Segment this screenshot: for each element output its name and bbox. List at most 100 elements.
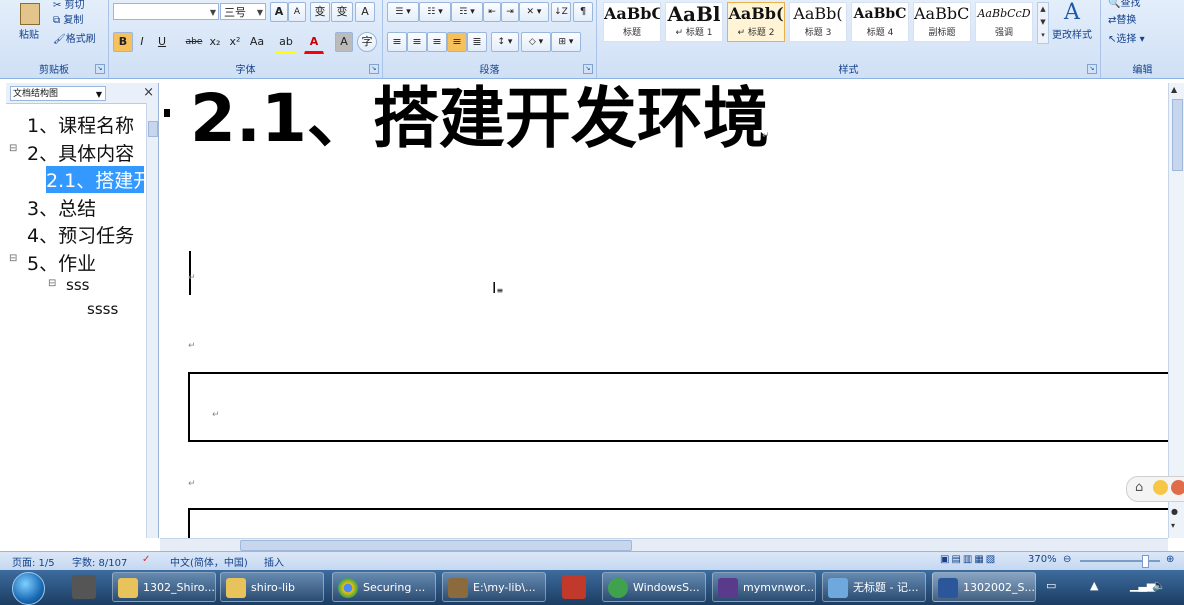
nav-item-homework[interactable]: 5、作业 — [27, 249, 96, 276]
home-icon[interactable]: ⌂ — [1135, 480, 1143, 495]
justify-button[interactable]: ≡ — [447, 32, 467, 52]
zoom-slider-thumb[interactable] — [1142, 555, 1149, 568]
style-heading-1[interactable]: AaBl ↵ 标题 1 — [665, 2, 723, 42]
underline-button[interactable]: U — [153, 32, 171, 52]
shading-button[interactable]: ◇ ▾ — [521, 32, 551, 52]
nav-item-details[interactable]: 2、具体内容 — [27, 139, 134, 166]
next-page-icon[interactable]: ▾ — [1171, 521, 1175, 530]
taskbar-item[interactable]: shiro-lib — [220, 572, 324, 602]
zoom-out-icon[interactable]: ⊖ — [1063, 554, 1071, 565]
collapse-icon[interactable]: ⊟ — [9, 253, 17, 264]
format-painter-button[interactable]: 🖌格式刷 — [52, 30, 108, 50]
style-heading-3[interactable]: AaBb(标题 3 — [789, 2, 847, 42]
sort-button[interactable]: ↓Z — [551, 2, 571, 22]
document-map-scrollbar[interactable] — [146, 103, 158, 538]
close-icon[interactable]: × — [143, 85, 154, 100]
line-spacing-button[interactable]: ↕ ▾ — [491, 32, 519, 52]
zoom-level[interactable]: 370% — [1028, 554, 1057, 565]
select-button[interactable]: ↖选择 ▾ — [1107, 30, 1169, 50]
replace-button[interactable]: ⇄替换 — [1107, 11, 1169, 31]
taskbar-item[interactable]: 无标题 - 记... — [822, 572, 926, 602]
change-styles-button[interactable]: A 更改样式 — [1049, 0, 1095, 56]
zoom-in-icon[interactable]: ⊕ — [1166, 554, 1174, 565]
align-left-button[interactable]: ≡ — [387, 32, 407, 52]
taskbar-item[interactable]: WindowsS... — [602, 572, 706, 602]
floating-toolbar[interactable]: ⌂ — [1126, 476, 1184, 502]
style-title[interactable]: AaBbC(标题 — [603, 2, 661, 42]
keyboard-icon[interactable]: ▭ — [1046, 579, 1056, 592]
page-count[interactable]: 页面: 1/5 — [12, 554, 55, 569]
enclose-char-button[interactable]: 字 — [357, 32, 377, 52]
font-size-combo[interactable]: 三号 ▼ — [220, 3, 266, 20]
numbering-button[interactable]: ☷ ▾ — [419, 2, 451, 22]
char-border-button[interactable]: A — [355, 2, 375, 22]
change-case-button[interactable]: Aa — [245, 32, 269, 52]
subscript-button[interactable]: x₂ — [205, 32, 225, 52]
char-shading-button[interactable]: A — [335, 32, 353, 52]
language-indicator[interactable]: 中文(简体，中国) — [170, 554, 248, 569]
document-canvas[interactable]: 2.1、搭建开发环境 ↵ ↵ I≡ ↵ ↵ ↵ — [160, 83, 1168, 538]
highlight-button[interactable]: ab — [275, 32, 297, 54]
scroll-thumb[interactable] — [148, 121, 158, 137]
collapse-icon[interactable]: ⊟ — [48, 278, 56, 289]
borders-button[interactable]: ⊞ ▾ — [551, 32, 581, 52]
font-color-button[interactable]: A — [304, 32, 324, 54]
scroll-thumb[interactable] — [1172, 99, 1183, 171]
decrease-indent-button[interactable]: ⇤ — [483, 2, 501, 22]
code-table[interactable] — [188, 508, 1168, 538]
phonetic-button[interactable]: 变 — [331, 2, 353, 22]
document-heading[interactable]: 2.1、搭建开发环境 — [190, 83, 769, 155]
nav-item-course-name[interactable]: 1、课程名称 — [27, 111, 134, 138]
tray-expand-icon[interactable]: ▲ — [1090, 579, 1098, 592]
smiley-icon[interactable] — [1153, 480, 1168, 495]
horizontal-scrollbar[interactable] — [160, 538, 1168, 551]
nav-item-preview-tasks[interactable]: 4、预习任务 — [27, 221, 134, 248]
font-name-combo[interactable]: ▼ — [113, 3, 219, 20]
strikethrough-button[interactable]: abe — [183, 32, 205, 52]
nav-item-sss[interactable]: sss — [66, 276, 89, 294]
bullets-button[interactable]: ☰ ▾ — [387, 2, 419, 22]
multilevel-list-button[interactable]: ☶ ▾ — [451, 2, 483, 22]
superscript-button[interactable]: x² — [225, 32, 245, 52]
scroll-up-icon[interactable]: ▲ — [1171, 85, 1177, 94]
zoom-slider[interactable] — [1080, 555, 1160, 568]
align-center-button[interactable]: ≡ — [407, 32, 427, 52]
scroll-thumb[interactable] — [240, 540, 632, 551]
nav-item-summary[interactable]: 3、总结 — [27, 194, 96, 221]
view-buttons[interactable]: ▣▤▥▦▧ — [940, 554, 997, 565]
style-heading-4[interactable]: AaBbC 标题 4 — [851, 2, 909, 42]
grow-font-button[interactable]: A — [270, 2, 288, 22]
document-map-mode-combo[interactable]: 文档结构图 ▼ — [10, 86, 106, 101]
word-count[interactable]: 字数: 8/107 — [72, 554, 127, 569]
font-launcher[interactable]: ↘ — [369, 64, 379, 74]
bold-button[interactable]: B — [113, 32, 133, 52]
styles-scroll[interactable]: ▲ ▼ ▾ — [1037, 2, 1049, 44]
collapse-icon[interactable]: ⊟ — [9, 143, 17, 154]
styles-launcher[interactable]: ↘ — [1087, 64, 1097, 74]
code-table[interactable]: ↵ — [188, 372, 1168, 442]
taskbar-item[interactable]: E:\my-lib\... — [442, 572, 546, 602]
volume-icon[interactable]: 🔈 — [1152, 579, 1166, 592]
italic-button[interactable]: I — [133, 32, 151, 52]
taskbar-item[interactable]: mymvnwor... — [712, 572, 816, 602]
taskbar-item[interactable]: 1302_Shiro... — [112, 572, 216, 602]
distribute-button[interactable]: ≣ — [467, 32, 487, 52]
taskbar-item[interactable]: Securing ... — [332, 572, 436, 602]
taskbar-item[interactable]: 1302002_S... — [932, 572, 1036, 602]
emoji-icon[interactable] — [1171, 480, 1184, 495]
increase-indent-button[interactable]: ⇥ — [501, 2, 519, 22]
style-subtitle[interactable]: AaBbC(副标题 — [913, 2, 971, 42]
chinese-layout-button[interactable]: ✕ ▾ — [519, 2, 549, 22]
nav-item-setup-env[interactable]: 2.1、搭建开 — [46, 166, 144, 193]
insert-mode[interactable]: 插入 — [264, 554, 284, 569]
clipboard-launcher[interactable]: ↘ — [95, 64, 105, 74]
vertical-scrollbar[interactable]: ▲ ▴ ● ▾ — [1168, 83, 1184, 538]
proofing-icon[interactable]: ✓ — [142, 554, 150, 565]
pinned-app-icon[interactable] — [562, 575, 586, 599]
paste-button[interactable]: 粘贴 — [10, 0, 48, 52]
copy-button[interactable]: ⧉ 复制 — [52, 11, 104, 31]
select-browse-object-icon[interactable]: ● — [1171, 507, 1178, 516]
pinned-app-icon[interactable] — [72, 575, 96, 599]
nav-item-ssss[interactable]: ssss — [87, 300, 118, 318]
style-emphasis[interactable]: AaBbCcD 强调 — [975, 2, 1033, 42]
